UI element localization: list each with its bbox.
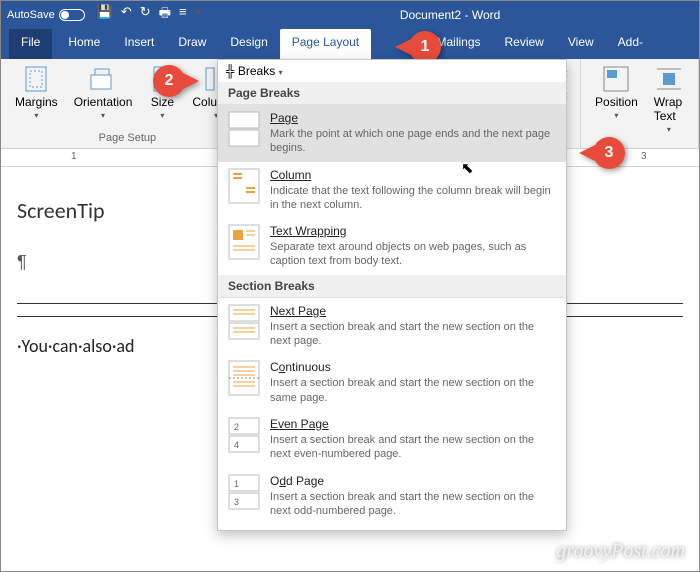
breaks-menu: ╬ Breaks ▾ Page Breaks Page Mark the poi… xyxy=(217,59,567,531)
menu-title: Next Page xyxy=(270,304,326,318)
toggle-off-icon[interactable] xyxy=(59,9,85,21)
continuous-icon xyxy=(228,360,260,396)
callout-3: 3 xyxy=(593,137,625,169)
tab-draw[interactable]: Draw xyxy=(166,29,218,59)
menu-title: Odd Page xyxy=(270,474,324,488)
menu-desc: Indicate that the text following the col… xyxy=(270,184,556,213)
wrap-text-label: Wrap Text xyxy=(654,95,684,123)
quick-access-toolbar: 💾 ↶ ↻ 🖶 ≡ ▾ xyxy=(97,4,201,26)
even-page-icon: 24 xyxy=(228,417,260,453)
menu-title: Text Wrapping xyxy=(270,224,346,238)
position-icon xyxy=(602,65,630,93)
menu-desc: Insert a section break and start the new… xyxy=(270,490,556,519)
page-breaks-header: Page Breaks xyxy=(218,82,566,105)
tab-design[interactable]: Design xyxy=(218,29,279,59)
text-wrapping-icon xyxy=(228,224,260,260)
margins-label: Margins xyxy=(15,95,58,109)
margins-icon xyxy=(22,65,50,93)
breaks-button-label: Breaks xyxy=(238,64,275,78)
wrap-text-icon xyxy=(655,65,683,93)
breaks-menu-button[interactable]: ╬ Breaks ▾ xyxy=(218,60,566,82)
autosave-toggle[interactable]: AutoSave xyxy=(7,9,85,21)
menu-title: Column xyxy=(270,168,311,182)
print-icon[interactable]: 🖶 xyxy=(159,4,171,26)
column-break-icon xyxy=(228,168,260,204)
next-page-icon xyxy=(228,304,260,340)
odd-page-icon: 13 xyxy=(228,474,260,510)
menu-item-continuous[interactable]: Continuous Insert a section break and st… xyxy=(218,354,566,411)
section-breaks-header: Section Breaks xyxy=(218,275,566,298)
document-title: Document2 - Word xyxy=(207,8,693,22)
title-bar: AutoSave 💾 ↶ ↻ 🖶 ≡ ▾ Document2 - Word xyxy=(1,1,699,29)
menu-item-even-page[interactable]: 24 Even Page Insert a section break and … xyxy=(218,411,566,468)
ruler-mark-3: 3 xyxy=(641,151,647,162)
svg-text:1: 1 xyxy=(234,479,239,489)
breaks-icon: ╬ xyxy=(226,64,235,78)
menu-item-column[interactable]: Column Indicate that the text following … xyxy=(218,162,566,219)
position-label: Position xyxy=(595,95,638,109)
save-icon[interactable]: 💾 xyxy=(97,4,113,26)
tab-review[interactable]: Review xyxy=(493,29,556,59)
autosave-label: AutoSave xyxy=(7,9,55,21)
svg-text:4: 4 xyxy=(234,440,239,450)
ruler-mark-1: 1 xyxy=(71,151,77,162)
menu-item-text-wrapping[interactable]: Text Wrapping Separate text around objec… xyxy=(218,218,566,275)
watermark: groovyPost.com xyxy=(556,540,685,563)
menu-desc: Insert a section break and start the new… xyxy=(270,320,556,349)
wrap-text-button[interactable]: Wrap Text▾ xyxy=(648,63,690,136)
undo-icon[interactable]: ↶ xyxy=(121,4,132,26)
qat-more-icon[interactable]: ▾ xyxy=(195,4,202,26)
page-setup-buttons: Margins▾ Orientation▾ Size▾ Columns▾ xyxy=(9,63,246,122)
menu-item-odd-page[interactable]: 13 Odd Page Insert a section break and s… xyxy=(218,468,566,525)
orientation-icon xyxy=(89,65,117,93)
tab-view[interactable]: View xyxy=(556,29,606,59)
menu-desc: Mark the point at which one page ends an… xyxy=(270,127,556,156)
tab-addins[interactable]: Add- xyxy=(606,29,655,59)
cursor-icon: ⬉ xyxy=(461,159,474,177)
page-setup-label: Page Setup xyxy=(99,132,157,144)
orientation-label: Orientation xyxy=(74,95,133,109)
redo-icon[interactable]: ↻ xyxy=(140,4,151,26)
orientation-button[interactable]: Orientation▾ xyxy=(68,63,139,122)
menu-title: Continuous xyxy=(270,360,331,374)
ribbon-tabs: File Home Insert Draw Design Page Layout… xyxy=(1,29,699,59)
position-button[interactable]: Position▾ xyxy=(589,63,644,136)
menu-desc: Separate text around objects on web page… xyxy=(270,240,556,269)
menu-item-next-page[interactable]: Next Page Insert a section break and sta… xyxy=(218,298,566,355)
menu-desc: Insert a section break and start the new… xyxy=(270,433,556,462)
callout-2: 2 xyxy=(153,65,185,97)
size-label: Size xyxy=(151,95,174,109)
menu-title: Page xyxy=(270,111,298,125)
menu-desc: Insert a section break and start the new… xyxy=(270,376,556,405)
body-text-left: ·You·can·also·ad xyxy=(17,335,134,357)
menu-title: Even Page xyxy=(270,417,329,431)
tab-insert[interactable]: Insert xyxy=(112,29,166,59)
menu-item-page[interactable]: Page Mark the point at which one page en… xyxy=(218,105,566,162)
svg-text:3: 3 xyxy=(234,497,239,507)
page-break-icon xyxy=(228,111,260,147)
tab-home[interactable]: Home xyxy=(56,29,112,59)
svg-text:2: 2 xyxy=(234,422,239,432)
tab-page-layout[interactable]: Page Layout xyxy=(280,29,371,59)
tab-file[interactable]: File xyxy=(9,29,52,59)
arrange-group: Position▾ Wrap Text▾ xyxy=(580,59,699,148)
margins-button[interactable]: Margins▾ xyxy=(9,63,64,122)
spacing-icon[interactable]: ≡ xyxy=(179,4,187,26)
